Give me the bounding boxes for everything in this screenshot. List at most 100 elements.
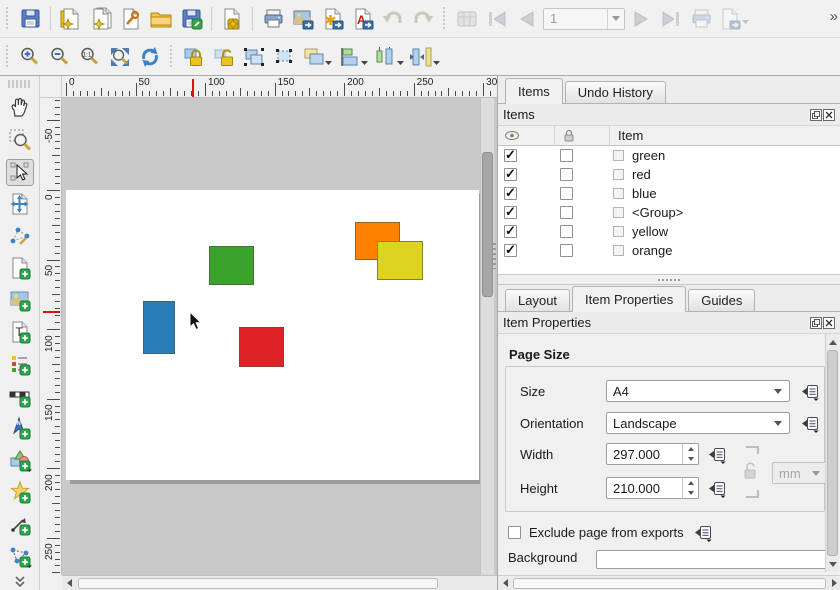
size-data-defined-button[interactable]	[798, 381, 822, 401]
spin-buttons[interactable]	[682, 478, 698, 498]
scroll-left-button[interactable]	[62, 577, 76, 590]
distribute-items-button[interactable]	[372, 43, 406, 71]
lock-items-button[interactable]	[180, 43, 208, 71]
layout-page[interactable]	[66, 190, 479, 480]
scrollbar-handle[interactable]	[482, 152, 493, 297]
item-label[interactable]: yellow	[632, 224, 668, 239]
close-panel-button[interactable]	[823, 109, 835, 121]
spin-up-button[interactable]	[683, 478, 698, 488]
undo-button[interactable]	[379, 5, 407, 33]
align-items-button[interactable]	[336, 43, 370, 71]
tab-items[interactable]: Items	[505, 78, 563, 104]
height-spinbox[interactable]: 210.000	[606, 477, 699, 499]
width-spinbox[interactable]: 297.000	[606, 443, 699, 465]
save-project-button[interactable]	[16, 5, 44, 33]
orientation-combobox[interactable]: Landscape	[606, 412, 790, 434]
item-lock-checkbox[interactable]	[560, 225, 573, 238]
toolbar-overflow-indicator[interactable]: »	[830, 8, 836, 25]
atlas-page-dropdown[interactable]	[607, 9, 624, 29]
close-panel-button[interactable]	[823, 317, 835, 329]
export-image-button[interactable]	[289, 5, 317, 33]
zoom-out-button[interactable]	[46, 43, 74, 71]
move-item-content-button[interactable]	[6, 191, 34, 218]
visibility-column-header[interactable]	[498, 126, 555, 145]
size-combobox[interactable]: A4	[606, 380, 790, 402]
scrollbar-handle[interactable]	[827, 350, 838, 556]
spin-down-button[interactable]	[683, 454, 698, 464]
export-pdf-button[interactable]: A	[349, 5, 377, 33]
canvas-vertical-scrollbar[interactable]	[480, 98, 494, 575]
item-visibility-checkbox[interactable]	[504, 187, 517, 200]
spin-down-button[interactable]	[683, 488, 698, 498]
canvas-item-blue[interactable]	[143, 301, 175, 354]
item-visibility-checkbox[interactable]	[504, 168, 517, 181]
print-button[interactable]	[259, 5, 287, 33]
add-north-arrow-button[interactable]: N	[6, 414, 34, 441]
width-data-defined-button[interactable]	[705, 444, 729, 464]
items-table-row[interactable]: <Group>	[498, 203, 840, 222]
items-table-row[interactable]: green	[498, 146, 840, 165]
tab-layout[interactable]: Layout	[505, 289, 570, 311]
item-lock-checkbox[interactable]	[560, 244, 573, 257]
item-label[interactable]: blue	[632, 186, 657, 201]
atlas-settings-button[interactable]	[453, 5, 481, 33]
export-atlas-button[interactable]	[717, 5, 751, 33]
scroll-up-button[interactable]	[826, 335, 839, 349]
item-lock-checkbox[interactable]	[560, 187, 573, 200]
add-picture-button[interactable]	[6, 287, 34, 314]
items-table-row[interactable]: red	[498, 165, 840, 184]
add-marker-button[interactable]	[6, 478, 34, 505]
item-label[interactable]: green	[632, 148, 665, 163]
float-panel-button[interactable]	[810, 109, 822, 121]
add-page-button[interactable]	[6, 255, 34, 282]
add-arrow-button[interactable]	[6, 510, 34, 537]
toolbox-overflow-button[interactable]	[6, 574, 34, 590]
add-pages-button[interactable]	[218, 5, 246, 33]
item-column-header[interactable]: Item	[610, 128, 643, 143]
canvas-item-red[interactable]	[239, 327, 284, 367]
scroll-right-button[interactable]	[827, 577, 840, 590]
scrollbar-handle[interactable]	[78, 578, 438, 589]
add-shape-button[interactable]	[6, 446, 34, 473]
lock-column-header[interactable]	[555, 126, 610, 145]
exclude-data-defined-button[interactable]	[692, 522, 716, 542]
scroll-left-button[interactable]	[498, 577, 512, 590]
canvas-horizontal-scrollbar[interactable]	[62, 575, 497, 590]
refresh-button[interactable]	[136, 43, 164, 71]
toolbar-drag-handle[interactable]	[4, 7, 12, 31]
units-combobox[interactable]: mm	[772, 462, 828, 484]
raise-items-button[interactable]	[300, 43, 334, 71]
tab-item-properties[interactable]: Item Properties	[572, 286, 686, 312]
add-node-item-button[interactable]	[6, 542, 34, 569]
new-layout-button[interactable]	[57, 5, 85, 33]
resize-items-button[interactable]	[408, 43, 442, 71]
zoom-actual-button[interactable]: 1:1	[76, 43, 104, 71]
panel-splitter-handle[interactable]	[493, 243, 496, 269]
link-width-height-icon[interactable]	[743, 444, 765, 500]
toolbar-drag-handle[interactable]	[168, 45, 176, 69]
exclude-page-checkbox[interactable]	[508, 526, 521, 539]
print-atlas-button[interactable]	[687, 5, 715, 33]
dock-splitter[interactable]	[498, 275, 840, 284]
item-lock-checkbox[interactable]	[560, 168, 573, 181]
tab-undo-history[interactable]: Undo History	[565, 81, 666, 103]
toolbar-drag-handle[interactable]	[441, 7, 449, 31]
duplicate-layout-button[interactable]	[87, 5, 115, 33]
redo-button[interactable]	[409, 5, 437, 33]
open-template-button[interactable]	[147, 5, 175, 33]
scroll-down-button[interactable]	[826, 557, 839, 571]
canvas-item-green[interactable]	[209, 246, 254, 285]
item-visibility-checkbox[interactable]	[504, 244, 517, 257]
item-label[interactable]: <Group>	[632, 205, 683, 220]
toolbar-drag-handle[interactable]	[4, 45, 12, 69]
atlas-page-spinbox[interactable]: 1	[543, 8, 625, 30]
items-table-row[interactable]: orange	[498, 241, 840, 260]
height-data-defined-button[interactable]	[705, 478, 729, 498]
tab-guides[interactable]: Guides	[688, 289, 755, 311]
item-visibility-checkbox[interactable]	[504, 225, 517, 238]
add-label-button[interactable]: T	[6, 318, 34, 345]
unlock-items-button[interactable]	[210, 43, 238, 71]
atlas-next-button[interactable]	[627, 5, 655, 33]
item-visibility-checkbox[interactable]	[504, 206, 517, 219]
zoom-in-button[interactable]	[16, 43, 44, 71]
